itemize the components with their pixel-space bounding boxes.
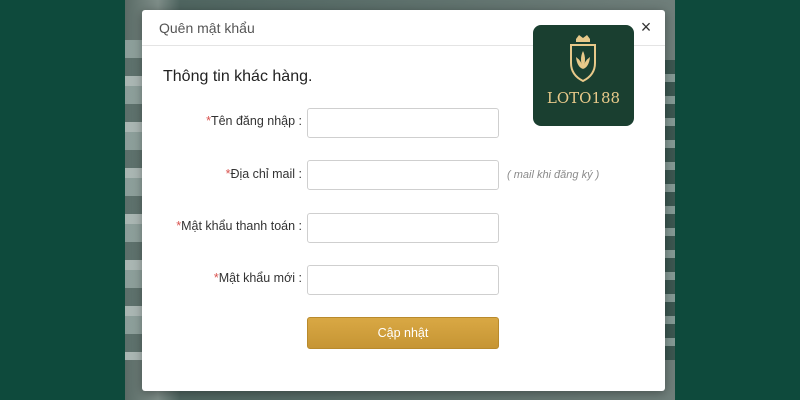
new-password-label-text: Mật khẩu mới :	[218, 271, 302, 285]
payment-password-label-text: Mật khẩu thanh toán :	[181, 219, 302, 233]
update-button[interactable]: Cập nhật	[307, 317, 499, 349]
lotus-crest-icon	[570, 35, 596, 83]
username-label-text: Tên đăng nhập :	[210, 114, 302, 128]
payment-password-input[interactable]	[307, 213, 499, 243]
username-label: *Tên đăng nhập :	[142, 114, 302, 128]
logo-text: LOTO188	[546, 89, 621, 107]
dialog-title: Quên mật khẩu	[159, 20, 255, 36]
page-backdrop-right	[675, 0, 800, 400]
page-backdrop-left	[0, 0, 125, 400]
loto188-logo: LOTO188	[533, 25, 634, 126]
payment-password-label: *Mật khẩu thanh toán :	[142, 219, 302, 233]
email-label-text: Địa chỉ mail :	[230, 167, 302, 181]
new-password-input[interactable]	[307, 265, 499, 295]
email-label: *Địa chỉ mail :	[142, 167, 302, 181]
username-input[interactable]	[307, 108, 499, 138]
close-icon[interactable]: ×	[637, 18, 655, 36]
email-input[interactable]	[307, 160, 499, 190]
section-title: Thông tin khác hàng.	[163, 68, 313, 85]
email-hint: ( mail khi đăng ký )	[507, 169, 600, 181]
new-password-label: *Mật khẩu mới :	[142, 271, 302, 285]
